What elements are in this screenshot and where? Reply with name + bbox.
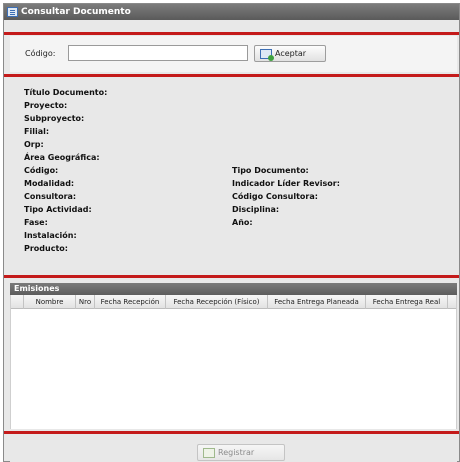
field-producto: Producto: — [24, 244, 68, 253]
accept-button[interactable]: Aceptar — [254, 45, 326, 62]
emisiones-header: Emisiones — [10, 283, 457, 295]
window-titlebar: Consultar Documento — [4, 4, 459, 20]
divider-top — [4, 32, 459, 35]
register-emision-label: Registrar Emisión — [218, 448, 255, 457]
column-fecha-recepcion-fisico[interactable]: Fecha Recepción (Físico) — [166, 295, 268, 309]
emisiones-grid-header: Nombre Nro Fecha Recepción Fecha Recepci… — [11, 295, 456, 309]
field-codigo: Código: — [24, 166, 59, 175]
column-fecha-entrega-planeada[interactable]: Fecha Entrega Planeada — [268, 295, 366, 309]
window-title: Consultar Documento — [21, 7, 131, 17]
divider-emisiones — [4, 275, 459, 278]
document-info-panel: Título Documento: Proyecto: Subproyecto:… — [10, 80, 457, 273]
register-emision-button[interactable]: Registrar Emisión — [197, 444, 285, 461]
register-icon — [203, 448, 215, 458]
emisiones-title: Emisiones — [14, 284, 60, 293]
field-consultora: Consultora: — [24, 192, 77, 201]
field-codigo-consultora: Código Consultora: — [232, 192, 318, 201]
field-ano: Año: — [232, 218, 253, 227]
search-panel: Código: Aceptar — [10, 36, 457, 72]
field-proyecto: Proyecto: — [24, 101, 68, 110]
column-nombre[interactable]: Nombre — [24, 295, 76, 309]
field-tipo-documento: Tipo Documento: — [232, 166, 309, 175]
field-fase: Fase: — [24, 218, 48, 227]
field-titulo-documento: Título Documento: — [24, 88, 108, 97]
field-tipo-actividad: Tipo Actividad: — [24, 205, 92, 214]
column-fecha-recepcion[interactable]: Fecha Recepción — [95, 295, 166, 309]
consultar-documento-window: Consultar Documento Código: Aceptar Títu… — [3, 3, 460, 462]
field-indicador-lider-revisor: Indicador Líder Revisor: — [232, 179, 340, 188]
field-disciplina: Disciplina: — [232, 205, 280, 214]
field-orp: Orp: — [24, 140, 44, 149]
divider-bottom — [4, 431, 459, 434]
document-ok-icon — [260, 49, 274, 61]
emisiones-grid[interactable]: Nombre Nro Fecha Recepción Fecha Recepci… — [10, 295, 457, 429]
column-nro[interactable]: Nro — [76, 295, 95, 309]
field-area-geografica: Área Geográfica: — [24, 153, 100, 162]
column-filler — [448, 295, 458, 309]
code-label: Código: — [25, 49, 56, 58]
accept-button-label: Aceptar — [275, 49, 307, 58]
field-filial: Filial: — [24, 127, 50, 136]
field-subproyecto: Subproyecto: — [24, 114, 85, 123]
field-modalidad: Modalidad: — [24, 179, 75, 188]
field-instalacion: Instalación: — [24, 231, 77, 240]
column-fecha-entrega-real[interactable]: Fecha Entrega Real — [366, 295, 448, 309]
document-icon — [7, 7, 18, 17]
column-row-selector[interactable] — [11, 295, 24, 309]
divider-middle — [4, 74, 459, 77]
code-input[interactable] — [68, 45, 248, 61]
footer-bar: Registrar Emisión — [10, 436, 457, 462]
